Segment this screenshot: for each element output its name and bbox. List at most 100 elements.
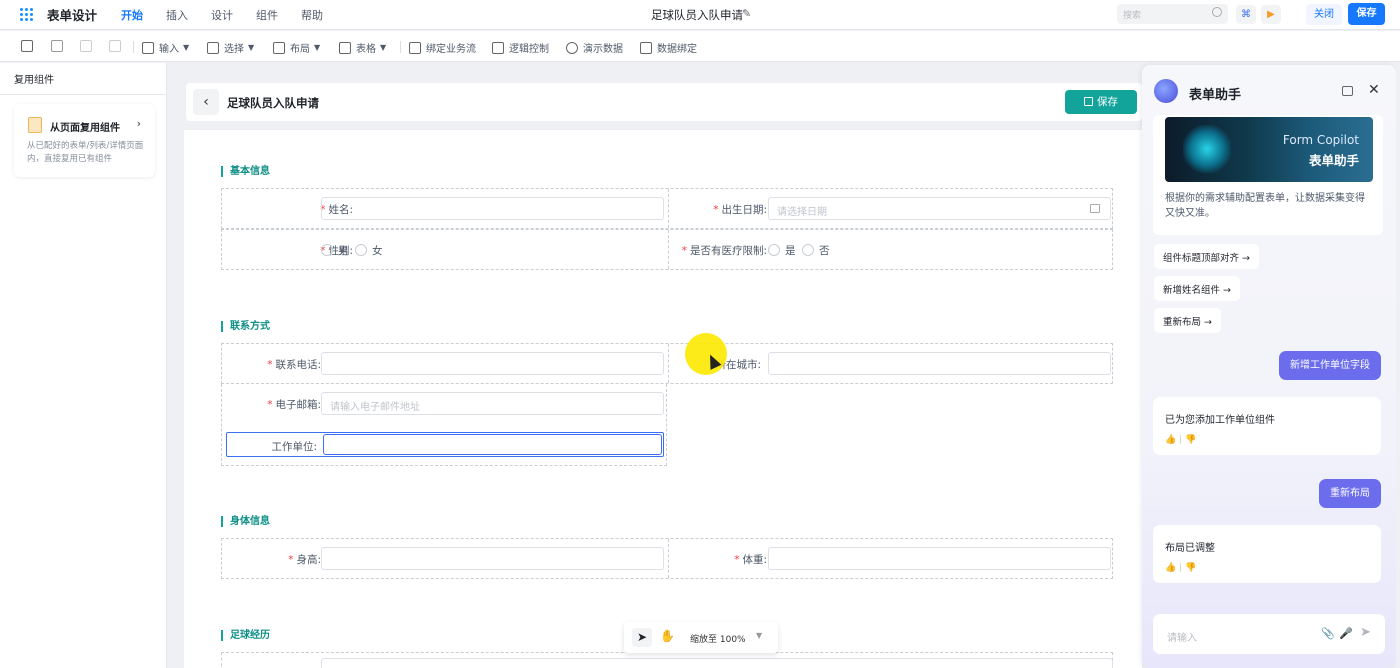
weight-input[interactable] [768,547,1111,570]
close-button[interactable]: 关闭 [1306,4,1342,25]
lock-icon[interactable] [1342,86,1353,96]
zoom-level[interactable]: 缩放至 100% [690,632,746,645]
app-grid-icon[interactable] [20,7,34,22]
assistant-message: 已为您添加工作单位组件 👍 | 👎 [1153,397,1381,455]
height-input[interactable] [321,547,664,570]
copy-icon[interactable] [21,40,38,52]
document-icon [28,117,42,133]
form-row: * 姓名: * 出生日期: 请选择日期 [221,188,1113,229]
field-birth: * 出生日期: 请选择日期 [668,189,1114,228]
city-input[interactable] [768,352,1111,375]
suggestion-chip[interactable]: 组件标题顶部对齐 → [1154,244,1259,269]
layout-icon [273,41,285,54]
scrollbar[interactable] [1396,63,1400,668]
form-assistant-panel: 表单助手 ✕ Form Copilot 表单助手 根据你的需求辅助配置表单，让数… [1142,65,1396,668]
layout-menu[interactable]: 布局 ▼ [273,40,320,55]
menu-design[interactable]: 设计 [211,7,233,23]
pointer-tool-icon[interactable]: ➤ [632,628,652,647]
delete-icon[interactable] [51,40,68,52]
assistant-message-text: 布局已调整 [1165,543,1215,554]
menu-components[interactable]: 组件 [256,7,278,23]
demo-data-button[interactable]: 演示数据 [566,40,623,55]
form-row-group: * 电子邮箱: 请输入电子邮件地址 工作单位: [221,384,667,466]
thumbs-up-icon[interactable]: 👍 [1165,435,1176,445]
chevron-right-icon: › [136,117,141,130]
left-panel-title: 复用组件 [0,63,166,95]
name-input[interactable] [321,197,664,220]
table-menu-label: 表格 [356,44,376,55]
medical-no-radio[interactable]: 否 [802,243,830,258]
chevron-down-icon[interactable]: ▼ [756,631,762,640]
birth-date-input[interactable]: 请选择日期 [768,197,1111,220]
thumbs-up-icon[interactable]: 👍 [1165,563,1176,573]
gender-female-label: 女 [372,245,383,257]
reuse-component-card[interactable]: 从页面复用组件 › 从已配好的表单/列表/详情页面内，直接复用已有组件 [14,104,155,177]
demo-data-label: 演示数据 [583,44,623,55]
medical-yes-radio[interactable]: 是 [768,243,796,258]
work-input[interactable] [323,434,662,455]
field-phone: * 联系电话: [222,344,668,383]
form-save-button[interactable]: 保存 [1065,90,1137,114]
save-icon [1084,97,1093,106]
phone-input[interactable] [321,352,664,375]
feedback-icons: 👍 | 👎 [1165,435,1197,445]
edit-title-icon[interactable]: ✎ [742,7,751,20]
chevron-down-icon: ▼ [314,43,321,52]
assistant-intro-card: Form Copilot 表单助手 根据你的需求辅助配置表单，让数据采集变得又快… [1153,115,1383,235]
suggestion-chip[interactable]: 重新布局 → [1154,308,1221,333]
table-menu[interactable]: 表格 ▼ [339,40,386,55]
left-panel: 复用组件 从页面复用组件 › 从已配好的表单/列表/详情页面内，直接复用已有组件 [0,63,167,668]
chevron-left-icon: ‹ [203,94,209,110]
field-medical: * 是否有医疗限制: 是 否 [668,230,1114,269]
attachment-icon[interactable]: 📎 [1321,627,1335,640]
data-bind-button[interactable]: 数据绑定 [640,40,697,55]
play-icon[interactable]: ▶ [1261,5,1281,24]
menu-start[interactable]: 开始 [121,7,143,23]
form-save-label: 保存 [1097,96,1118,108]
suggestion-chip[interactable]: 新增姓名组件 → [1154,276,1240,301]
search-input[interactable]: 搜索 [1117,4,1228,24]
gender-male-radio[interactable]: 男 [321,243,349,258]
section-body-info: 身体信息 [221,516,270,527]
reuse-card-description: 从已配好的表单/列表/详情页面内，直接复用已有组件 [27,141,144,164]
assistant-description: 根据你的需求辅助配置表单，让数据采集变得又快又准。 [1165,193,1365,219]
copilot-icon[interactable]: ⌘ [1236,5,1256,24]
field-height: * 身高: [222,539,668,578]
toolbar: 输入 ▼ 选择 ▼ 布局 ▼ 表格 ▼ 绑定业务流 逻辑控制 演示数据 数据绑定 [0,31,1400,62]
field-name: * 姓名: [222,189,668,228]
form-row: * 性别: 男 女 * 是否有医疗限制: 是 否 [221,229,1113,270]
select-menu-label: 选择 [224,44,244,55]
email-placeholder: 请输入电子邮件地址 [330,402,420,413]
email-input[interactable]: 请输入电子邮件地址 [321,392,664,415]
clear-icon[interactable] [109,40,126,52]
select-menu[interactable]: 选择 ▼ [207,40,254,55]
eraser-icon[interactable] [80,40,97,52]
send-icon[interactable]: ➤ [1360,625,1371,640]
banner-title: 表单助手 [1308,153,1359,168]
form-row: * 联系电话: 所在城市: [221,343,1113,384]
bind-flow-button[interactable]: 绑定业务流 [409,40,476,55]
field-weight: * 体重: [668,539,1114,578]
back-button[interactable]: ‹ [193,89,219,115]
gender-female-radio[interactable]: 女 [355,243,383,258]
section-football-history: 足球经历 [221,630,270,641]
flow-icon [409,41,421,54]
thumbs-down-icon[interactable]: 👎 [1185,563,1196,573]
input-menu[interactable]: 输入 ▼ [142,40,189,55]
assistant-message: 布局已调整 👍 | 👎 [1153,525,1381,583]
main-menu: 开始 插入 设计 组件 帮助 [121,7,346,23]
field-email-label: 电子邮箱: [275,399,321,411]
hand-tool-icon[interactable]: ✋ [660,629,675,643]
logic-icon [492,41,504,54]
history-input[interactable] [321,658,1113,668]
input-menu-label: 输入 [159,44,179,55]
microphone-icon[interactable]: 🎤 [1339,627,1353,640]
logic-control-button[interactable]: 逻辑控制 [492,40,549,55]
save-button[interactable]: 保存 [1348,3,1385,25]
close-icon[interactable]: ✕ [1368,82,1380,98]
menu-insert[interactable]: 插入 [166,7,188,23]
user-message: 重新布局 [1319,479,1381,508]
menu-help[interactable]: 帮助 [301,7,323,23]
thumbs-down-icon[interactable]: 👎 [1185,435,1196,445]
assistant-input[interactable]: 请输入 📎 🎤 ➤ [1153,614,1385,654]
